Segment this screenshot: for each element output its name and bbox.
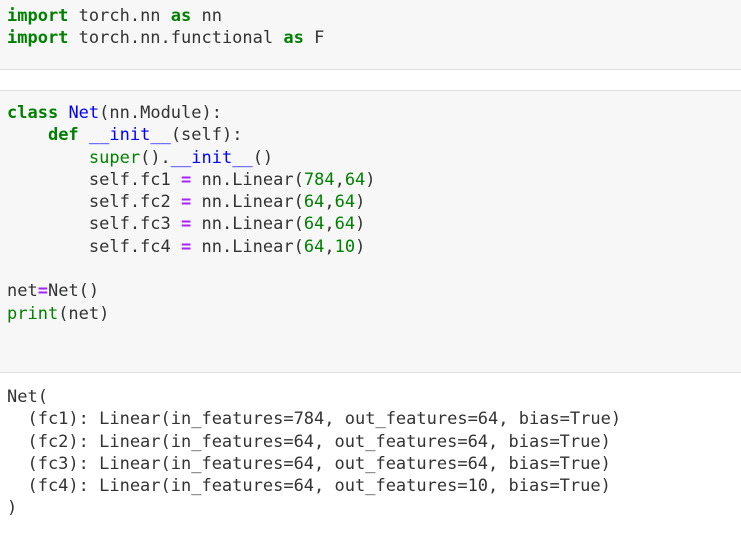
output-line: (fc3): Linear(in_features=64, out_featur…	[7, 453, 611, 474]
code-token: nn.Linear(	[191, 236, 304, 257]
output-line: (fc1): Linear(in_features=784, out_featu…	[7, 409, 622, 430]
output-line: Net(	[7, 387, 48, 407]
code-token: nn.Linear(	[191, 214, 304, 235]
code-token: self.fc4	[7, 236, 181, 257]
code-token: super	[88, 147, 141, 168]
code-token: 64	[303, 214, 325, 235]
code-token: import	[7, 28, 69, 49]
output-line: (fc4): Linear(in_features=64, out_featur…	[7, 476, 611, 497]
code-token: =	[181, 214, 192, 235]
code-token: 10	[334, 236, 356, 257]
output-text: Net( (fc1): Linear(in_features=784, out_…	[7, 386, 621, 520]
code-token: self.fc3	[7, 214, 181, 235]
code-token: =	[181, 169, 192, 190]
code-line: import torch.nn.functional as F	[7, 28, 324, 48]
code-token: 64	[344, 169, 366, 190]
code-token: nn.Linear(	[191, 192, 304, 213]
code-line: self.fc4 = nn.Linear(64,10)	[7, 237, 365, 257]
code-token: torch.nn	[68, 6, 171, 26]
code-line: print(net)	[7, 304, 109, 324]
code-token: print	[7, 303, 59, 324]
code-token: =	[181, 236, 192, 257]
code-token: ,	[334, 169, 345, 190]
code-token: Net	[68, 103, 100, 123]
code-token: )	[355, 192, 366, 213]
code-token: Net()	[47, 281, 100, 302]
code-token: 64	[334, 214, 356, 235]
code-token: (self):	[170, 125, 243, 146]
code-cell-imports[interactable]: import torch.nn as nn import torch.nn.fu…	[0, 0, 741, 70]
code-token: nn.Linear(	[191, 169, 304, 190]
code-token: self.fc2	[7, 192, 181, 213]
output-line: (fc2): Linear(in_features=64, out_featur…	[7, 431, 611, 452]
code-editor-imports[interactable]: import torch.nn as nn import torch.nn.fu…	[7, 5, 324, 50]
output-line: )	[7, 498, 18, 519]
code-token: self.fc1	[7, 169, 181, 190]
code-line: super().__init__()	[7, 148, 273, 168]
code-token: as	[170, 6, 192, 26]
code-token: )	[355, 214, 366, 235]
code-token: import	[7, 6, 69, 26]
code-token: 64	[303, 236, 325, 257]
code-token: )	[355, 236, 366, 257]
code-token: ,	[324, 214, 335, 235]
code-token: __init__	[170, 147, 253, 168]
code-line: self.fc3 = nn.Linear(64,64)	[7, 214, 365, 234]
code-token: ()	[252, 147, 274, 168]
code-token: def	[47, 125, 79, 146]
code-editor-net-definition[interactable]: class Net(nn.Module): def __init__(self)…	[7, 102, 376, 325]
code-token: (net)	[58, 303, 110, 324]
code-token: __init__	[88, 125, 171, 146]
code-token: nn	[191, 6, 222, 26]
cell-output: Net( (fc1): Linear(in_features=784, out_…	[0, 374, 741, 548]
code-token: )	[365, 169, 376, 190]
code-token: (nn.Module):	[99, 103, 222, 123]
code-line: self.fc1 = nn.Linear(784,64)	[7, 170, 376, 190]
code-token: 64	[303, 192, 325, 213]
code-token: ,	[324, 192, 335, 213]
code-token: net	[7, 281, 38, 302]
code-token: ,	[324, 236, 335, 257]
code-token: torch.nn.functional	[68, 28, 284, 49]
code-token: 64	[334, 192, 356, 213]
code-token: ().	[140, 147, 171, 168]
code-token: =	[181, 192, 192, 213]
code-token: F	[303, 28, 325, 49]
code-line: net=Net()	[7, 281, 99, 301]
code-line: def __init__(self):	[7, 125, 243, 146]
code-token: =	[37, 281, 48, 302]
code-cell-net-definition[interactable]: class Net(nn.Module): def __init__(self)…	[0, 90, 741, 373]
code-line: self.fc2 = nn.Linear(64,64)	[7, 192, 365, 212]
code-line: class Net(nn.Module):	[7, 103, 222, 123]
code-line: import torch.nn as nn	[7, 6, 222, 26]
code-token: as	[283, 28, 304, 49]
code-token: class	[7, 103, 59, 123]
code-token: 784	[303, 169, 335, 190]
